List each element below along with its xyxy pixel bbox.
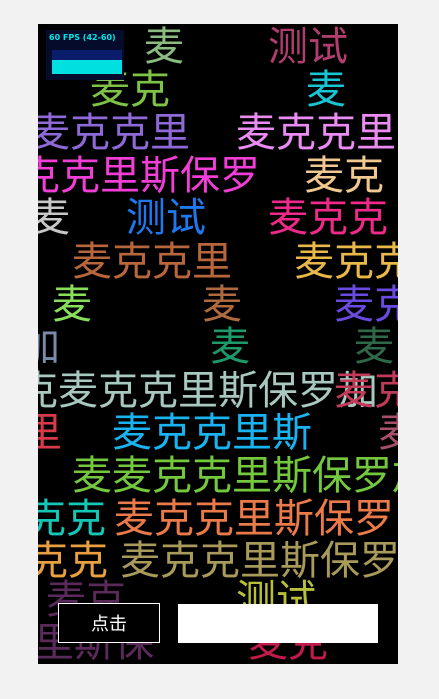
floating-word: 麦 xyxy=(38,195,70,241)
floating-word: 里 xyxy=(38,410,62,456)
floating-word: 麦 xyxy=(354,324,394,370)
floating-word: 克麦克克里斯保罗加 xyxy=(38,368,378,414)
floating-word: 麦克克 xyxy=(294,239,398,285)
floating-word: 麦克克里 xyxy=(236,110,396,156)
click-button[interactable]: 点击 xyxy=(58,603,160,643)
floating-word: 克克里斯保罗 xyxy=(38,153,260,199)
floating-word: 麦 xyxy=(306,67,346,113)
floating-word: 麦克克里斯 xyxy=(112,410,312,456)
floating-word: 克克 xyxy=(38,496,106,542)
floating-word: 加 xyxy=(38,324,60,370)
floating-word: 麦克 xyxy=(304,153,384,199)
floating-word: 麦克 xyxy=(334,368,398,414)
floating-word: 测试 xyxy=(268,24,348,70)
fps-stats-panel: 60 FPS (42-60) xyxy=(46,30,124,80)
floating-word: 麦克 xyxy=(334,282,398,328)
floating-word: 麦克克里 xyxy=(38,110,190,156)
floating-word: 麦克克里斯保罗 xyxy=(114,496,394,542)
floating-word: 麦克克 xyxy=(268,195,388,241)
fps-label: 60 FPS (42-60) xyxy=(49,33,116,42)
floating-word: 麦克克里 xyxy=(72,239,232,285)
text-input[interactable] xyxy=(178,604,378,643)
floating-word: 克克 xyxy=(38,538,108,584)
floating-word: 麦 xyxy=(202,282,242,328)
floating-word: 麦 xyxy=(144,24,184,70)
floating-word: 麦麦克克里斯保罗加 xyxy=(72,453,398,499)
floating-word: 麦克克里斯保罗 xyxy=(120,538,398,584)
floating-word: 麦 xyxy=(52,282,92,328)
floating-word: 麦 xyxy=(210,324,250,370)
floating-word: 测试 xyxy=(126,195,206,241)
floating-word: 麦 xyxy=(378,413,398,453)
game-canvas[interactable]: 麦测试 麦克麦麦克克里 麦克克里 克克里斯保罗 麦克麦测试 麦克克 麦克克里 麦克克麦麦麦克加… xyxy=(38,24,398,664)
fps-graph-bar xyxy=(52,60,122,74)
